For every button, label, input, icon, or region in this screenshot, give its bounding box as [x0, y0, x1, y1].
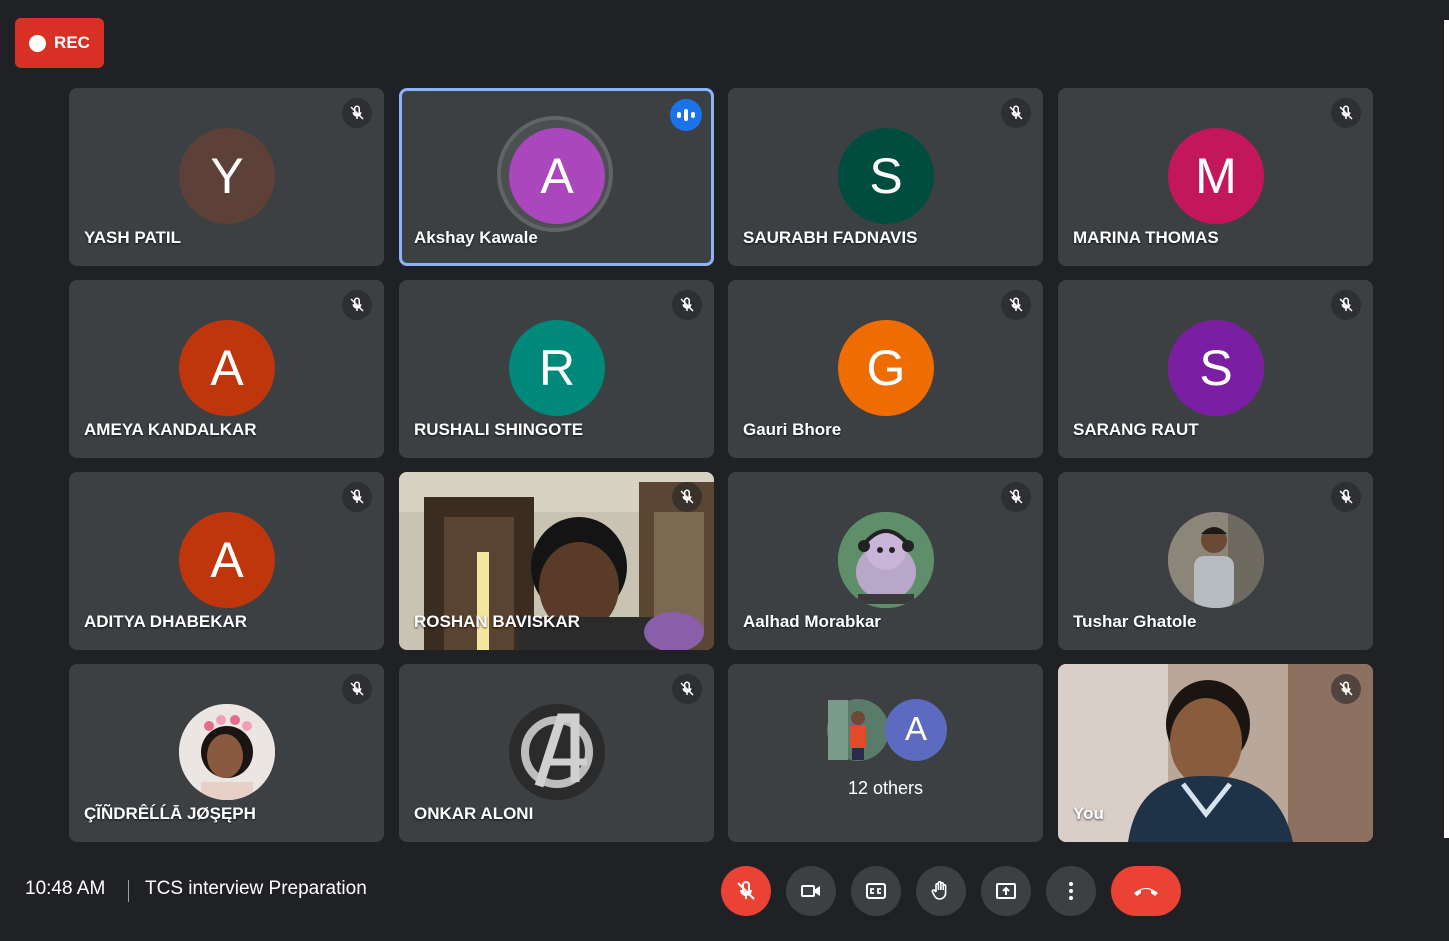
avengers-logo-avatar	[509, 704, 605, 800]
mic-muted-icon	[672, 290, 702, 320]
person-avatar	[1168, 512, 1264, 608]
meeting-clock: 10:48 AM	[25, 878, 106, 899]
participant-video-tile[interactable]: ROSHAN BAVISKAR	[399, 472, 714, 650]
bottom-control-bar: 10:48 AM TCS interview Preparation	[0, 856, 1449, 926]
leave-call-button[interactable]	[1111, 866, 1181, 916]
participant-name: Gauri Bhore	[743, 420, 842, 439]
mic-muted-icon	[342, 98, 372, 128]
participant-name: ÇĨÑDRÊĹĹĀ JØŞĘPH	[84, 804, 256, 823]
avatar: A	[509, 128, 605, 224]
speaking-indicator-icon	[670, 99, 702, 131]
self-video-feed	[1058, 664, 1373, 842]
more-options-icon	[1069, 882, 1073, 900]
microphone-toggle-button[interactable]	[721, 866, 771, 916]
participant-name: Aalhad Morabkar	[743, 612, 881, 631]
avatar: M	[1168, 128, 1264, 224]
self-video-tile[interactable]: You	[1058, 664, 1373, 842]
camera-toggle-button[interactable]	[786, 866, 836, 916]
participant-name: SAURABH FADNAVIS	[743, 228, 918, 247]
participant-tile[interactable]: A AMEYA KANDALKAR	[69, 280, 384, 458]
mic-muted-icon	[342, 482, 372, 512]
participant-tile[interactable]: Tushar Ghatole	[1058, 472, 1373, 650]
captions-icon	[866, 883, 886, 899]
participant-tile[interactable]: S SARANG RAUT	[1058, 280, 1373, 458]
participant-tile[interactable]: M MARINA THOMAS	[1058, 88, 1373, 266]
mic-muted-icon	[342, 674, 372, 704]
avatar: S	[838, 128, 934, 224]
participant-name: RUSHALI SHINGOTE	[414, 420, 584, 439]
recording-indicator: REC	[15, 18, 104, 68]
avatar: A	[179, 320, 275, 416]
mic-muted-icon	[1001, 290, 1031, 320]
participant-name: MARINA THOMAS	[1073, 228, 1219, 247]
participant-tile[interactable]: R RUSHALI SHINGOTE	[399, 280, 714, 458]
others-avatar-stack: A	[826, 698, 948, 762]
others-initial: A	[904, 710, 927, 747]
divider	[128, 880, 129, 902]
participant-name: ROSHAN BAVISKAR	[414, 612, 580, 631]
participant-name: Tushar Ghatole	[1073, 612, 1197, 631]
mic-muted-icon	[1331, 98, 1361, 128]
more-options-button[interactable]	[1046, 866, 1096, 916]
participant-name: YASH PATIL	[84, 228, 181, 247]
participant-tile[interactable]: Y YASH PATIL	[69, 88, 384, 266]
person-avatar	[179, 704, 275, 800]
mic-muted-icon	[672, 674, 702, 704]
cartoon-cat-avatar	[838, 512, 934, 608]
others-tile[interactable]: A 12 others	[728, 664, 1043, 842]
camera-icon	[801, 885, 820, 897]
mic-muted-icon	[342, 290, 372, 320]
participant-name: Akshay Kawale	[414, 228, 538, 247]
avatar: A	[179, 512, 275, 608]
leave-call-icon	[1134, 888, 1158, 896]
participant-name: ONKAR ALONI	[414, 804, 534, 823]
mic-muted-icon	[672, 482, 702, 512]
others-count-label: 12 others	[847, 778, 924, 798]
mic-muted-icon	[1001, 482, 1031, 512]
present-screen-icon	[996, 883, 1016, 899]
window-edge	[1444, 20, 1449, 838]
participant-name: SARANG RAUT	[1073, 420, 1199, 439]
recording-label: REC	[54, 33, 90, 52]
present-now-button[interactable]	[981, 866, 1031, 916]
raise-hand-button[interactable]	[916, 866, 966, 916]
participant-tile[interactable]: G Gauri Bhore	[728, 280, 1043, 458]
avatar: Y	[179, 128, 275, 224]
participant-tile[interactable]: A ADITYA DHABEKAR	[69, 472, 384, 650]
mic-muted-icon	[1331, 482, 1361, 512]
self-name: You	[1073, 804, 1104, 823]
participant-tile[interactable]: ÇĨÑDRÊĹĹĀ JØŞĘPH	[69, 664, 384, 842]
participant-tile-active-speaker[interactable]: A Akshay Kawale	[399, 88, 714, 266]
meeting-title: TCS interview Preparation	[145, 878, 367, 899]
mic-muted-icon	[1001, 98, 1031, 128]
avatar: R	[509, 320, 605, 416]
participant-name: AMEYA KANDALKAR	[84, 420, 257, 439]
captions-button[interactable]	[851, 866, 901, 916]
mic-off-icon	[737, 881, 755, 900]
participant-name: ADITYA DHABEKAR	[84, 612, 248, 631]
raise-hand-icon	[931, 881, 947, 900]
mic-muted-icon	[1331, 674, 1361, 704]
participant-tile[interactable]: ONKAR ALONI	[399, 664, 714, 842]
participant-tile[interactable]: Aalhad Morabkar	[728, 472, 1043, 650]
participant-tile[interactable]: S SAURABH FADNAVIS	[728, 88, 1043, 266]
mic-muted-icon	[1331, 290, 1361, 320]
avatar: G	[838, 320, 934, 416]
avatar: S	[1168, 320, 1264, 416]
record-dot-icon	[29, 34, 47, 52]
